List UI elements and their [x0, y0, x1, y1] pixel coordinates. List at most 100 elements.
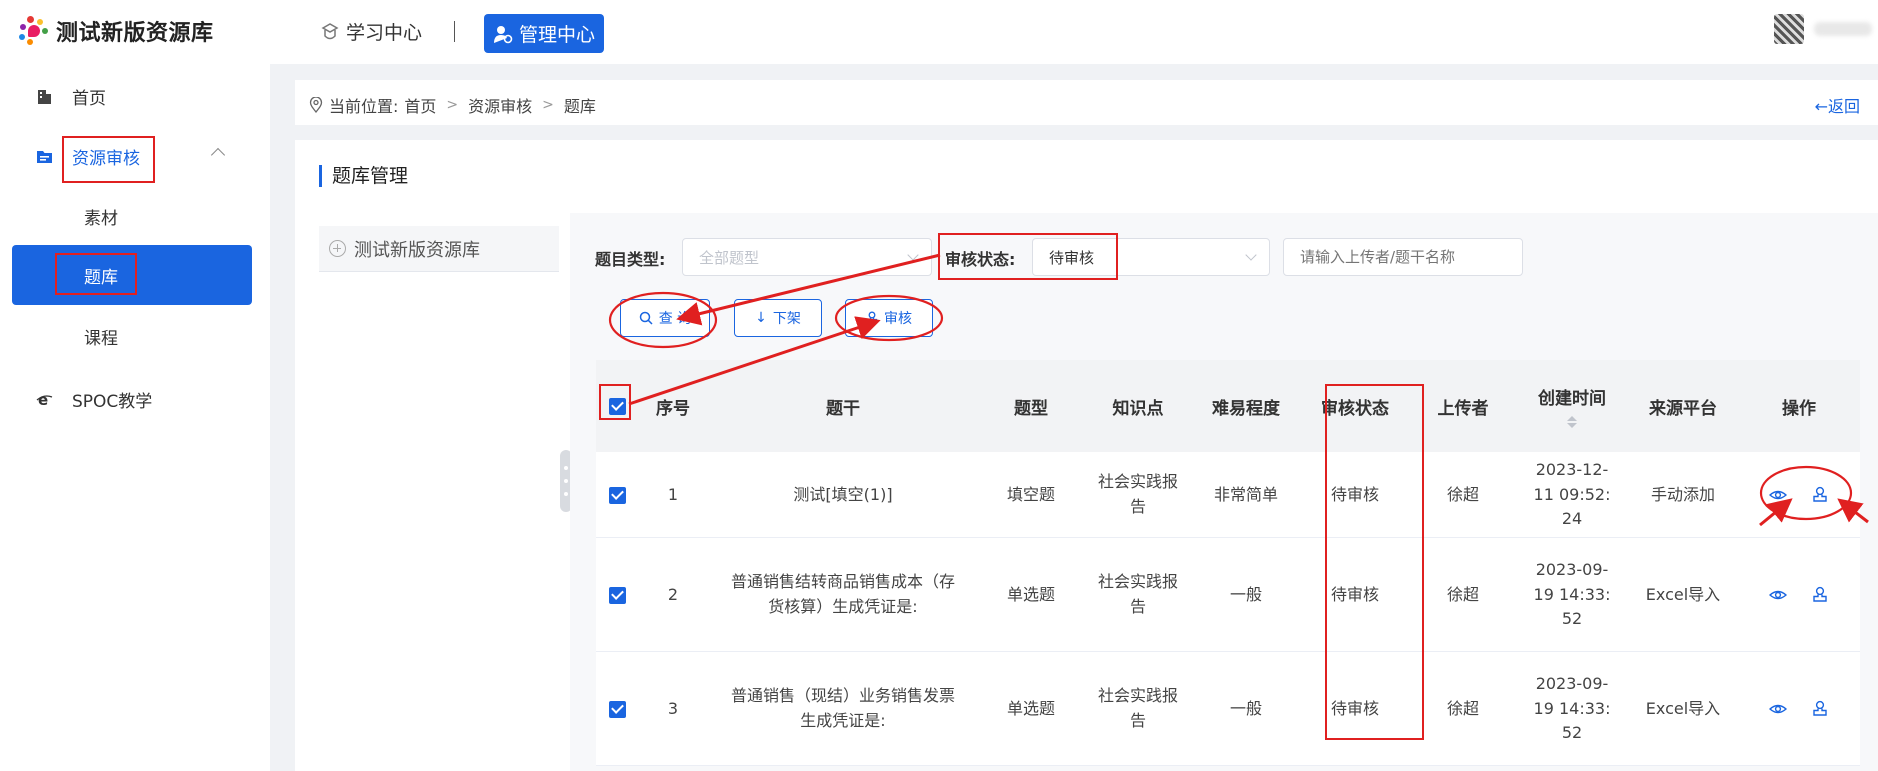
cell-created: 2023-09-19 14:33:52: [1533, 673, 1611, 743]
cell-source: Excel导入: [1645, 698, 1721, 718]
sidebar-materials-label: 素材: [84, 208, 118, 229]
type-filter-select[interactable]: 全部题型: [682, 238, 932, 276]
browser-e-icon: e: [36, 391, 53, 408]
cell-knowledge: 社会实践报告: [1097, 572, 1178, 616]
breadcrumb-bar: 当前位置: 首页 > 资源审核 > 题库 ←返回: [295, 80, 1878, 125]
cell-stem: 测试[填空(1)]: [793, 484, 893, 504]
tree-node-root[interactable]: 测试新版资源库: [319, 226, 559, 272]
table-row[interactable]: 2 普通销售结转商品销售成本（存货核算）生成凭证是: 单选题 社会实践报告 一般…: [596, 538, 1860, 652]
cell-type: 填空题: [1006, 484, 1055, 504]
tree-node-label: 测试新版资源库: [354, 239, 480, 261]
row-checkbox[interactable]: [608, 700, 626, 718]
row-checkbox[interactable]: [608, 586, 626, 604]
sidebar-home-label: 首页: [72, 88, 106, 109]
cell-ops: [1738, 538, 1860, 652]
sidebar-spoc-label: SPOC教学: [72, 391, 153, 412]
search-icon: [639, 311, 653, 325]
cell-type: 单选题: [1006, 584, 1055, 604]
cell-status: 待审核: [1330, 698, 1379, 718]
sidebar-item-resource-review[interactable]: 资源审核: [0, 144, 270, 169]
sidebar-item-courses[interactable]: 课程: [0, 324, 270, 349]
col-difficulty: 难易程度: [1212, 398, 1280, 419]
plus-circle-icon[interactable]: [329, 240, 346, 257]
sidebar-item-spoc[interactable]: e SPOC教学: [0, 387, 270, 412]
col-source: 来源平台: [1649, 398, 1717, 419]
type-filter-label: 题目类型:: [595, 250, 666, 269]
logo-icon: [18, 15, 50, 47]
eye-icon[interactable]: [1769, 700, 1787, 718]
svg-text:e: e: [38, 391, 48, 408]
review-button[interactable]: 审核: [845, 299, 933, 337]
nav-divider: [454, 21, 455, 42]
cell-index: 1: [667, 484, 679, 504]
col-ops: 操作: [1782, 398, 1816, 419]
folder-icon: [37, 150, 52, 163]
cell-ops: [1738, 452, 1860, 538]
col-type: 题型: [1014, 398, 1048, 419]
chevron-right-icon: >: [542, 97, 554, 113]
cell-type: 单选题: [1006, 698, 1055, 718]
admin-user-icon: [493, 25, 513, 43]
nav-admin-center[interactable]: 管理中心: [484, 14, 604, 53]
row-checkbox-cell: [596, 452, 638, 538]
cell-source: Excel导入: [1645, 584, 1721, 604]
eye-icon[interactable]: [1769, 586, 1787, 604]
cell-knowledge: 社会实践报告: [1097, 686, 1178, 730]
offshelf-button[interactable]: ↓ 下架: [734, 299, 822, 337]
row-checkbox[interactable]: [608, 486, 626, 504]
cell-created: 2023-12-11 09:52:24: [1533, 459, 1611, 529]
nav-learning-center[interactable]: 学习中心: [320, 18, 422, 45]
cell-created: 2023-09-19 14:33:52: [1533, 559, 1611, 629]
breadcrumb: 当前位置: 首页 > 资源审核 > 题库: [309, 93, 596, 117]
sidebar-courses-label: 课程: [84, 328, 118, 349]
cell-difficulty: 一般: [1229, 584, 1262, 604]
back-link[interactable]: ←返回: [1815, 93, 1860, 117]
query-button[interactable]: 查 询: [620, 299, 710, 337]
type-filter-placeholder: 全部题型: [699, 248, 760, 267]
brand-title: 测试新版资源库: [56, 21, 214, 46]
nav-admin-label: 管理中心: [518, 24, 595, 46]
building-icon: [38, 89, 51, 104]
cell-difficulty: 非常简单: [1213, 484, 1278, 504]
search-input[interactable]: [1283, 238, 1523, 276]
brand-logo[interactable]: 测试新版资源库: [18, 15, 214, 47]
chevron-down-icon: [1245, 249, 1257, 261]
breadcrumb-home[interactable]: 首页: [404, 93, 436, 117]
location-pin-icon: [309, 97, 323, 113]
cell-index: 3: [667, 698, 679, 718]
stamp-icon[interactable]: [1811, 586, 1829, 604]
select-all-checkbox-cell: [596, 360, 638, 452]
stamp-icon[interactable]: [1811, 700, 1829, 718]
status-filter-select[interactable]: 待审核: [1032, 238, 1270, 276]
cell-uploader: 徐超: [1446, 584, 1479, 604]
sort-icon[interactable]: [1566, 415, 1578, 429]
row-checkbox-cell: [596, 538, 638, 652]
table-row[interactable]: 3 普通销售（现结）业务销售发票生成凭证是: 单选题 社会实践报告 一般 待审核…: [596, 652, 1860, 766]
chevron-down-icon: [907, 249, 919, 261]
cell-knowledge: 社会实践报告: [1097, 472, 1178, 516]
breadcrumb-review[interactable]: 资源审核: [468, 93, 532, 117]
top-header: 测试新版资源库 学习中心 管理中心: [0, 0, 1878, 64]
sidebar-resource-review-label: 资源审核: [72, 148, 140, 169]
col-created[interactable]: 创建时间: [1516, 360, 1628, 452]
nav-learning-label: 学习中心: [346, 22, 423, 44]
sidebar-question-bank-label: 题库: [84, 267, 118, 288]
table-row[interactable]: 1 测试[填空(1)] 填空题 社会实践报告 非常简单 待审核 徐超 2023-…: [596, 452, 1860, 538]
stamp-icon: [866, 311, 878, 324]
cell-difficulty: 一般: [1229, 698, 1262, 718]
breadcrumb-current: 题库: [563, 97, 596, 116]
col-knowledge: 知识点: [1112, 398, 1164, 419]
col-status: 审核状态: [1321, 398, 1389, 419]
cell-ops: [1738, 652, 1860, 766]
user-avatar[interactable]: [1774, 14, 1804, 44]
cell-stem: 普通销售结转商品销售成本（存货核算）生成凭证是:: [730, 572, 955, 616]
user-name-blurred[interactable]: [1814, 22, 1872, 36]
sidebar-item-question-bank[interactable]: 题库: [0, 263, 270, 288]
eye-icon[interactable]: [1769, 486, 1787, 504]
sidebar-item-home[interactable]: 首页: [0, 84, 270, 109]
stamp-icon[interactable]: [1811, 486, 1829, 504]
col-uploader: 上传者: [1437, 398, 1489, 419]
sidebar-item-materials[interactable]: 素材: [0, 204, 270, 229]
select-all-checkbox[interactable]: [608, 397, 626, 415]
col-created-label: 创建时间: [1538, 388, 1606, 409]
